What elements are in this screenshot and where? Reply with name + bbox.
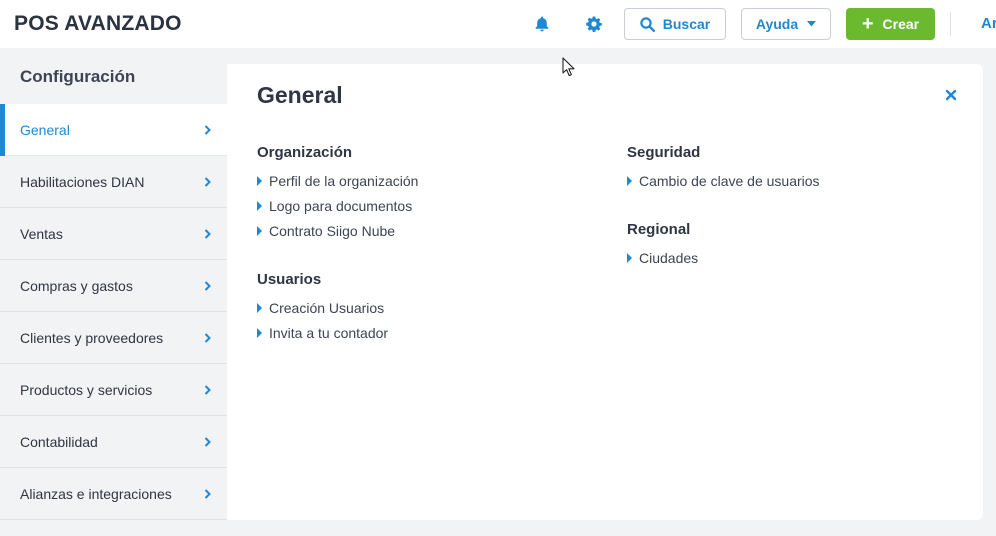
create-button-label: Crear bbox=[882, 16, 920, 32]
link-label: Cambio de clave de usuarios bbox=[639, 172, 820, 189]
section-organizacion: Organización Perfil de la organización L… bbox=[257, 144, 418, 243]
chevron-right-icon bbox=[204, 385, 211, 395]
search-icon bbox=[640, 16, 655, 32]
link-contrato-siigo-nube[interactable]: Contrato Siigo Nube bbox=[257, 218, 418, 243]
link-perfil-organizacion[interactable]: Perfil de la organización bbox=[257, 168, 418, 193]
link-label: Invita a tu contador bbox=[269, 324, 389, 341]
sidebar-item-contabilidad[interactable]: Contabilidad bbox=[0, 416, 227, 468]
link-logo-documentos[interactable]: Logo para documentos bbox=[257, 193, 418, 218]
link-label: Perfil de la organización bbox=[269, 172, 419, 189]
section-title: Organización bbox=[257, 144, 353, 161]
mouse-cursor-icon bbox=[562, 57, 575, 77]
search-button-label: Buscar bbox=[662, 16, 711, 32]
close-icon[interactable] bbox=[944, 88, 958, 102]
settings-panel: General Organización Perfil de la organi… bbox=[227, 64, 983, 520]
link-invita-contador[interactable]: Invita a tu contador bbox=[257, 320, 388, 345]
settings-button[interactable] bbox=[584, 14, 604, 34]
app-title: POS AVANZADO bbox=[14, 12, 182, 35]
sidebar-item-ventas[interactable]: Ventas bbox=[0, 208, 227, 260]
section-usuarios: Usuarios Creación Usuarios Invita a tu c… bbox=[257, 271, 388, 345]
section-title: Regional bbox=[627, 221, 691, 238]
plus-icon: + bbox=[861, 13, 874, 35]
caret-right-icon bbox=[257, 327, 262, 338]
link-label: Logo para documentos bbox=[269, 197, 413, 214]
sidebar-item-label: Productos y servicios bbox=[20, 381, 153, 398]
link-ciudades[interactable]: Ciudades bbox=[627, 245, 698, 270]
sidebar-item-compras-y-gastos[interactable]: Compras y gastos bbox=[0, 260, 227, 312]
caret-right-icon bbox=[257, 225, 262, 236]
top-bar: POS AVANZADO Buscar Ayuda + Crear Ar bbox=[0, 0, 996, 48]
caret-right-icon bbox=[257, 302, 262, 313]
section-seguridad: Seguridad Cambio de clave de usuarios bbox=[627, 144, 820, 193]
sidebar-item-label: Alianzas e integraciones bbox=[20, 485, 172, 502]
page-title: General bbox=[257, 82, 343, 108]
notifications-button[interactable] bbox=[532, 14, 552, 34]
search-button[interactable]: Buscar bbox=[624, 8, 726, 40]
sidebar-menu: General Habilitaciones DIAN Ventas Compr… bbox=[0, 104, 227, 520]
chevron-right-icon bbox=[204, 125, 211, 135]
sidebar-item-productos-y-servicios[interactable]: Productos y servicios bbox=[0, 364, 227, 416]
chevron-right-icon bbox=[204, 489, 211, 499]
section-regional: Regional Ciudades bbox=[627, 221, 698, 270]
user-menu[interactable]: Ar bbox=[981, 15, 996, 32]
sidebar: Configuración General Habilitaciones DIA… bbox=[0, 50, 227, 536]
link-creacion-usuarios[interactable]: Creación Usuarios bbox=[257, 295, 388, 320]
sidebar-title: Configuración bbox=[20, 67, 136, 86]
gear-icon bbox=[586, 16, 602, 32]
link-label: Contrato Siigo Nube bbox=[269, 222, 396, 239]
sidebar-item-clientes-y-proveedores[interactable]: Clientes y proveedores bbox=[0, 312, 227, 364]
section-title: Usuarios bbox=[257, 271, 322, 288]
bell-icon bbox=[535, 16, 549, 32]
sidebar-item-label: Compras y gastos bbox=[20, 277, 133, 294]
help-dropdown[interactable]: Ayuda bbox=[741, 8, 831, 40]
chevron-right-icon bbox=[204, 281, 211, 291]
caret-down-icon bbox=[807, 21, 817, 27]
sidebar-item-alianzas-e-integraciones[interactable]: Alianzas e integraciones bbox=[0, 468, 227, 520]
chevron-right-icon bbox=[204, 437, 211, 447]
chevron-right-icon bbox=[204, 229, 211, 239]
sidebar-item-label: Contabilidad bbox=[20, 433, 98, 450]
section-title: Seguridad bbox=[627, 144, 701, 161]
create-button[interactable]: + Crear bbox=[846, 8, 935, 40]
help-button-label: Ayuda bbox=[755, 16, 799, 32]
sidebar-item-label: General bbox=[20, 121, 70, 138]
link-label: Ciudades bbox=[639, 249, 699, 266]
link-cambio-clave[interactable]: Cambio de clave de usuarios bbox=[627, 168, 820, 193]
sidebar-item-label: Habilitaciones DIAN bbox=[20, 173, 145, 190]
chevron-right-icon bbox=[204, 177, 211, 187]
caret-right-icon bbox=[257, 200, 262, 211]
topbar-divider bbox=[950, 12, 951, 36]
caret-right-icon bbox=[627, 252, 632, 263]
sidebar-item-label: Clientes y proveedores bbox=[20, 329, 164, 346]
chevron-right-icon bbox=[204, 333, 211, 343]
link-label: Creación Usuarios bbox=[269, 299, 385, 316]
caret-right-icon bbox=[627, 175, 632, 186]
caret-right-icon bbox=[257, 175, 262, 186]
sidebar-item-general[interactable]: General bbox=[0, 104, 227, 156]
sidebar-item-habilitaciones-dian[interactable]: Habilitaciones DIAN bbox=[0, 156, 227, 208]
sidebar-item-label: Ventas bbox=[20, 225, 63, 242]
